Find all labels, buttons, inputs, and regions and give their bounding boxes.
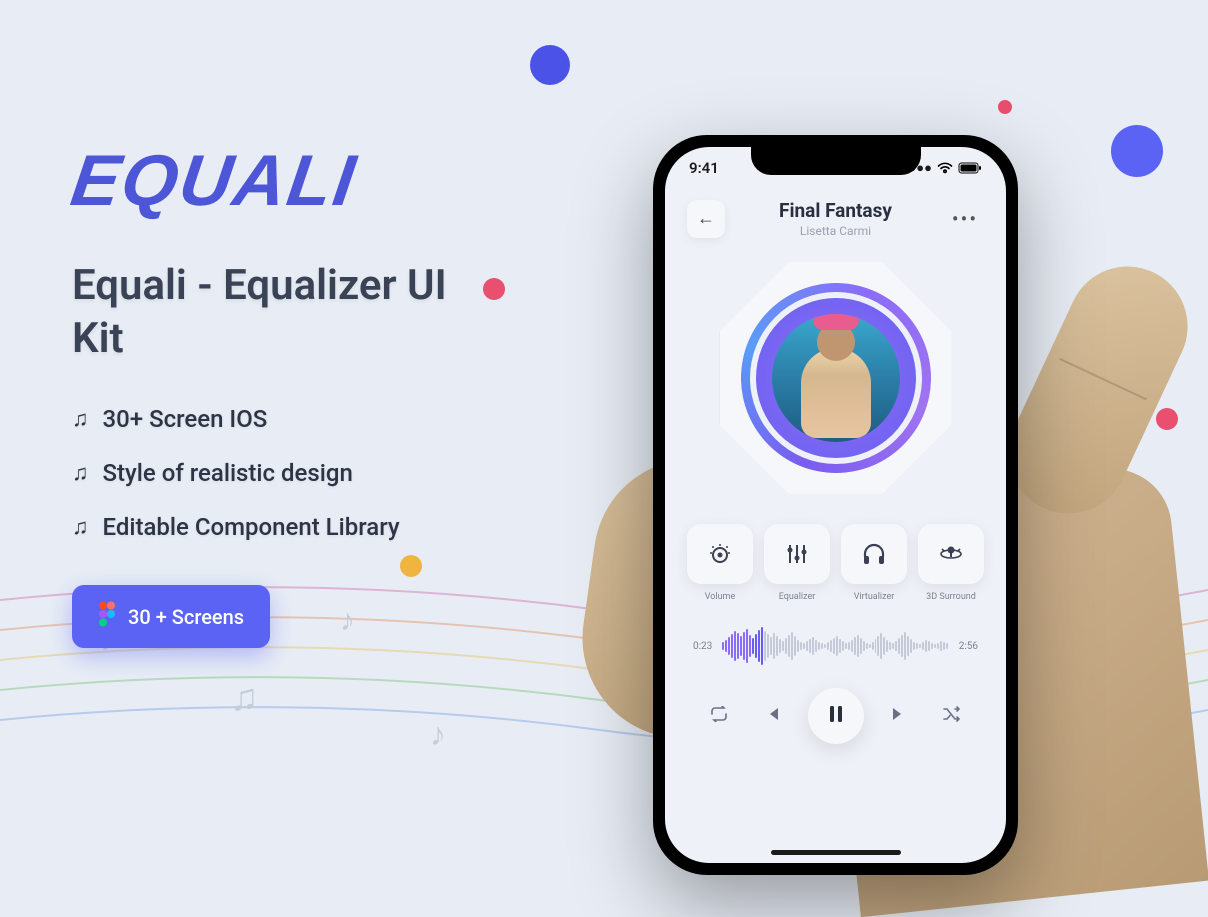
- pause-icon: [829, 706, 843, 727]
- pause-button[interactable]: [808, 688, 864, 744]
- skip-forward-icon: [890, 706, 906, 726]
- feature-text: Style of realistic design: [103, 459, 353, 487]
- wifi-icon: [937, 162, 953, 174]
- product-title: Equali - Equalizer UI Kit: [72, 260, 502, 365]
- shuffle-button[interactable]: [932, 696, 972, 736]
- music-note-icon: ♫: [72, 460, 89, 486]
- back-button[interactable]: ←: [687, 200, 725, 238]
- control-label: 3D Surround: [926, 592, 976, 602]
- control-label: Volume: [705, 592, 735, 602]
- arrow-left-icon: ←: [697, 208, 715, 229]
- feature-text: Editable Component Library: [103, 513, 400, 541]
- headphones-icon: [860, 540, 888, 568]
- surround-control-button[interactable]: [918, 524, 984, 584]
- feature-item: ♫ 30+ Screen IOS: [72, 405, 502, 433]
- hand-holding-phone: 9:41 ●●●● ← Final Fantasy Lisetta Carmi …: [568, 60, 1208, 840]
- screens-button[interactable]: 30 + Screens: [72, 585, 270, 648]
- album-art: [720, 262, 952, 494]
- feature-item: ♫ Style of realistic design: [72, 459, 502, 487]
- track-title: Final Fantasy: [779, 199, 892, 222]
- time-current: 0:23: [693, 641, 712, 652]
- headphones-control-button[interactable]: [841, 524, 907, 584]
- figma-icon: [98, 601, 116, 632]
- home-indicator: [771, 850, 901, 855]
- repeat-icon: [709, 706, 729, 726]
- feature-text: 30+ Screen IOS: [103, 405, 268, 433]
- previous-button[interactable]: [753, 696, 793, 736]
- skip-back-icon: [765, 706, 781, 726]
- music-note-icon: ♫: [72, 406, 89, 432]
- svg-text:♪: ♪: [430, 715, 446, 753]
- equalizer-icon: [783, 540, 811, 568]
- feature-item: ♫ Editable Component Library: [72, 513, 502, 541]
- equalizer-control-button[interactable]: [764, 524, 830, 584]
- surround-icon: [937, 540, 965, 568]
- repeat-button[interactable]: [699, 696, 739, 736]
- next-button[interactable]: [878, 696, 918, 736]
- control-label: Virtualizer: [854, 592, 895, 602]
- battery-icon: [958, 162, 982, 174]
- decorative-dot: [530, 45, 570, 85]
- brand-logo: Equali: [66, 140, 362, 222]
- volume-control-button[interactable]: [687, 524, 753, 584]
- time-total: 2:56: [959, 641, 978, 652]
- cta-label: 30 + Screens: [128, 605, 244, 629]
- svg-text:♫: ♫: [230, 676, 259, 720]
- volume-icon: [706, 540, 734, 568]
- phone-notch: [751, 147, 921, 175]
- control-label: Equalizer: [779, 592, 816, 602]
- shuffle-icon: [942, 706, 962, 726]
- phone-mockup: 9:41 ●●●● ← Final Fantasy Lisetta Carmi …: [653, 135, 1018, 875]
- status-time: 9:41: [689, 159, 719, 177]
- more-button[interactable]: •••: [946, 200, 984, 238]
- music-note-icon: ♫: [72, 514, 89, 540]
- dots-icon: •••: [952, 207, 978, 231]
- waveform[interactable]: [722, 626, 948, 666]
- artist-name: Lisetta Carmi: [779, 224, 892, 238]
